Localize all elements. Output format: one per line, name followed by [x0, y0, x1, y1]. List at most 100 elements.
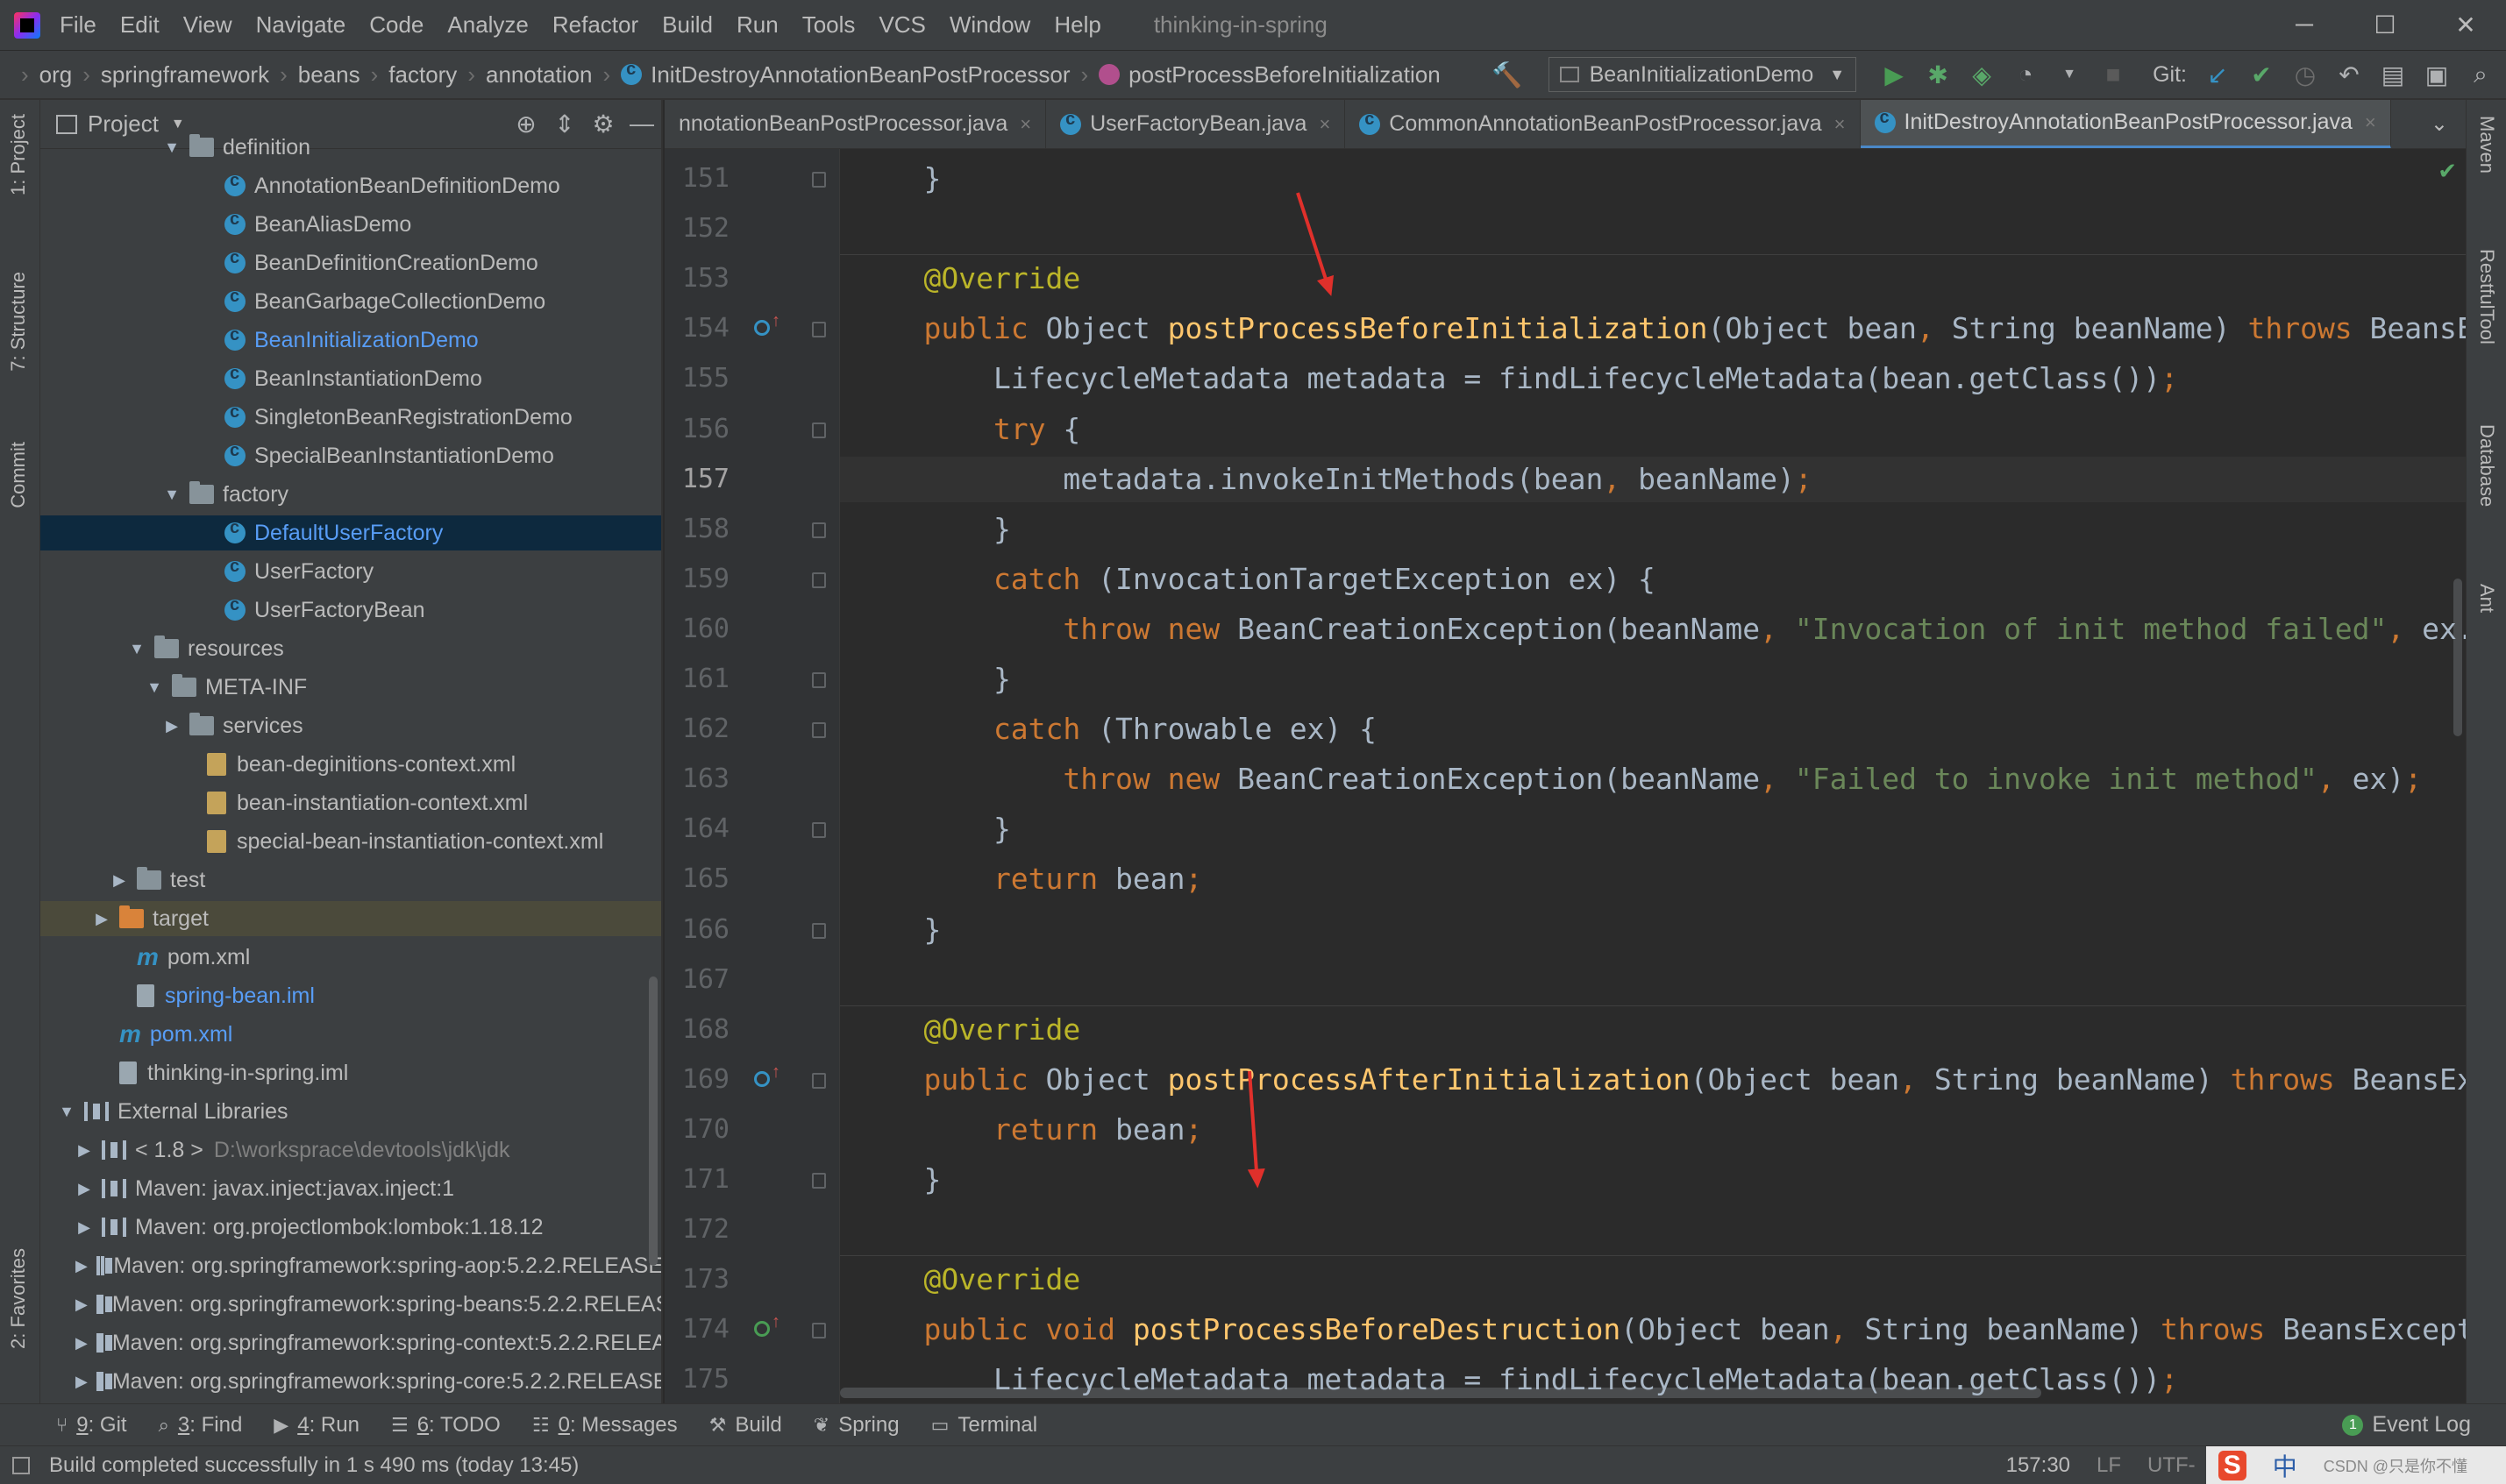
- project-structure-icon[interactable]: ▤: [2376, 58, 2410, 91]
- editor-tab[interactable]: nnotationBeanPostProcessor.java ×: [665, 100, 1047, 148]
- breadcrumb-annotation[interactable]: annotation: [486, 61, 592, 89]
- code-line[interactable]: throw new BeanCreationException(beanName…: [840, 607, 2466, 652]
- run-tool-button[interactable]: ▶ 4: Run: [274, 1413, 360, 1438]
- code-line[interactable]: }: [840, 1157, 2466, 1203]
- code-line[interactable]: return bean;: [840, 856, 2466, 902]
- breadcrumb-method[interactable]: postProcessBeforeInitialization: [1099, 61, 1441, 89]
- expanded-arrow-icon[interactable]: ▼: [163, 138, 181, 157]
- collapsed-arrow-icon[interactable]: ▶: [75, 1373, 88, 1391]
- close-tab-icon[interactable]: ×: [1020, 113, 1031, 136]
- tree-item[interactable]: ▼ External Libraries: [40, 1094, 661, 1129]
- close-button[interactable]: ✕: [2425, 11, 2506, 39]
- file-encoding[interactable]: UTF-: [2147, 1453, 2196, 1478]
- expanded-arrow-icon[interactable]: ▼: [58, 1103, 75, 1121]
- tree-item[interactable]: ▶ Maven: org.projectlombok:lombok:1.18.12: [40, 1210, 661, 1245]
- menu-refactor[interactable]: Refactor: [552, 11, 638, 39]
- messages-tool-button[interactable]: ☷ 0: Messages: [532, 1413, 678, 1438]
- code-line[interactable]: metadata.invokeInitMethods(bean, beanNam…: [840, 456, 2466, 502]
- layout-icon[interactable]: ▣: [2420, 58, 2453, 91]
- chevron-down-icon[interactable]: ⌄: [2413, 111, 2466, 137]
- tree-item[interactable]: ▶ Maven: org.springframework:spring-aop:5…: [40, 1248, 661, 1283]
- tree-item[interactable]: BeanInitializationDemo: [40, 323, 661, 358]
- collapsed-arrow-icon[interactable]: ▶: [75, 1141, 93, 1160]
- menu-help[interactable]: Help: [1054, 11, 1100, 39]
- tree-item[interactable]: thinking-in-spring.iml: [40, 1055, 661, 1090]
- close-tab-icon[interactable]: ×: [2365, 111, 2376, 134]
- coverage-icon[interactable]: ◈: [1965, 58, 1998, 91]
- fold-marker-icon[interactable]: [812, 822, 826, 839]
- code-line[interactable]: catch (Throwable ex) {: [840, 706, 2466, 752]
- tree-item[interactable]: ▶ test: [40, 863, 661, 898]
- structure-tool-tab[interactable]: 7: Structure: [7, 272, 30, 372]
- terminal-tool-button[interactable]: ▭ Terminal: [931, 1413, 1038, 1438]
- status-message-area[interactable]: Build completed successfully in 1 s 490 …: [12, 1453, 579, 1478]
- close-tab-icon[interactable]: ×: [1319, 113, 1330, 136]
- collapsed-arrow-icon[interactable]: ▶: [110, 871, 128, 890]
- breadcrumb-beans[interactable]: beans: [298, 61, 360, 89]
- profile-icon[interactable]: ◔: [2009, 58, 2042, 91]
- commit-tool-tab[interactable]: Commit: [7, 442, 30, 508]
- tree-item[interactable]: ▼ META-INF: [40, 670, 661, 705]
- search-icon[interactable]: ⌕: [2464, 58, 2497, 91]
- tree-item[interactable]: bean-deginitions-context.xml: [40, 747, 661, 782]
- code-line[interactable]: @Override: [840, 256, 2466, 302]
- project-scrollbar[interactable]: [649, 976, 658, 1266]
- tree-item[interactable]: ▶ target: [40, 901, 661, 936]
- tree-item[interactable]: BeanAliasDemo: [40, 207, 661, 242]
- collapsed-arrow-icon[interactable]: ▶: [93, 910, 110, 928]
- tree-item[interactable]: ▼ definition: [40, 130, 661, 165]
- collapsed-arrow-icon[interactable]: ▶: [75, 1180, 93, 1198]
- expanded-arrow-icon[interactable]: ▼: [163, 486, 181, 504]
- tree-item[interactable]: m pom.xml: [40, 940, 661, 975]
- tree-item[interactable]: UserFactoryBean: [40, 593, 661, 628]
- code-line[interactable]: public Object postProcessBeforeInitializ…: [840, 306, 2466, 351]
- code-line[interactable]: [840, 1207, 2466, 1253]
- menu-window[interactable]: Window: [950, 11, 1030, 39]
- tool-windows-toggle-icon[interactable]: [12, 1456, 30, 1474]
- menu-analyze[interactable]: Analyze: [447, 11, 529, 39]
- collapsed-arrow-icon[interactable]: ▶: [75, 1218, 93, 1237]
- fold-marker-icon[interactable]: [812, 1323, 826, 1339]
- tree-item[interactable]: SpecialBeanInstantiationDemo: [40, 438, 661, 473]
- code-line[interactable]: }: [840, 156, 2466, 202]
- minimize-button[interactable]: ─: [2264, 11, 2345, 39]
- override-marker-icon[interactable]: [754, 1070, 770, 1087]
- code-line[interactable]: catch (InvocationTargetException ex) {: [840, 557, 2466, 602]
- fold-marker-icon[interactable]: [812, 1173, 826, 1189]
- run-configuration-select[interactable]: BeanInitializationDemo ▼: [1548, 57, 1857, 92]
- override-marker-icon[interactable]: [754, 1321, 770, 1338]
- tree-item[interactable]: BeanDefinitionCreationDemo: [40, 245, 661, 280]
- tree-item[interactable]: SingletonBeanRegistrationDemo: [40, 400, 661, 435]
- breadcrumb-springframework[interactable]: springframework: [101, 61, 269, 89]
- editor-tab[interactable]: CommonAnnotationBeanPostProcessor.java ×: [1345, 100, 1861, 148]
- code-line[interactable]: }: [840, 507, 2466, 552]
- run-icon[interactable]: ▶: [1877, 58, 1911, 91]
- editor-tab[interactable]: InitDestroyAnnotationBeanPostProcessor.j…: [1860, 100, 2391, 148]
- tree-item[interactable]: ▶ Maven: javax.inject:javax.inject:1: [40, 1171, 661, 1206]
- tree-item[interactable]: ▼ factory: [40, 477, 661, 512]
- menu-file[interactable]: File: [60, 11, 96, 39]
- rollback-icon[interactable]: ↶: [2332, 58, 2366, 91]
- menu-view[interactable]: View: [183, 11, 232, 39]
- breadcrumb-factory[interactable]: factory: [388, 61, 457, 89]
- breadcrumb-class[interactable]: InitDestroyAnnotationBeanPostProcessor: [621, 60, 1070, 89]
- tree-item[interactable]: UserFactory: [40, 554, 661, 589]
- expanded-arrow-icon[interactable]: ▼: [146, 678, 163, 697]
- code-line[interactable]: public void postProcessBeforeDestruction…: [840, 1307, 2466, 1353]
- menu-code[interactable]: Code: [369, 11, 424, 39]
- tree-item[interactable]: spring-bean.iml: [40, 978, 661, 1013]
- tree-item[interactable]: AnnotationBeanDefinitionDemo: [40, 168, 661, 203]
- tree-item[interactable]: DefaultUserFactory: [40, 515, 661, 550]
- fold-marker-icon[interactable]: [812, 922, 826, 939]
- tree-item[interactable]: m pom.xml: [40, 1017, 661, 1052]
- menu-tools[interactable]: Tools: [802, 11, 856, 39]
- code-line[interactable]: return bean;: [840, 1107, 2466, 1153]
- database-tool-tab[interactable]: Database: [2475, 424, 2498, 507]
- code-line[interactable]: @Override: [840, 1257, 2466, 1303]
- project-tool-tab[interactable]: 1: Project: [7, 114, 30, 195]
- event-log-button[interactable]: 1 Event Log: [2342, 1412, 2471, 1438]
- override-marker-icon[interactable]: [754, 320, 770, 337]
- fold-marker-icon[interactable]: [812, 572, 826, 588]
- tree-item[interactable]: ▼ resources: [40, 631, 661, 666]
- code-line[interactable]: @Override: [840, 1007, 2466, 1053]
